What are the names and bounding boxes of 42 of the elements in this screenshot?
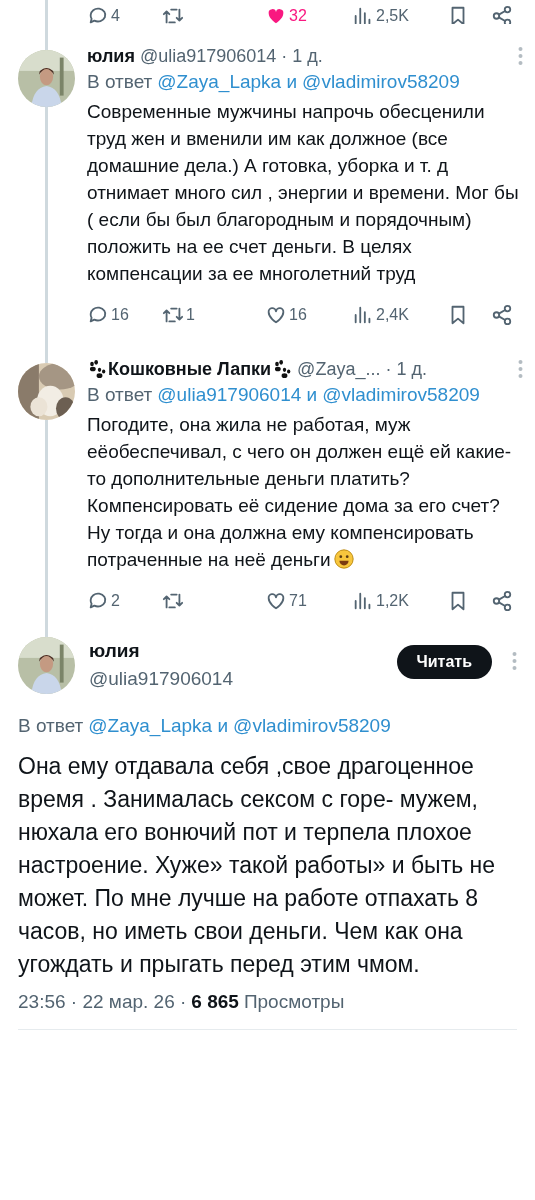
action-count: 1,2K	[376, 592, 409, 610]
views-label: Просмотры	[243, 990, 345, 1014]
mention-link[interactable]: @Zaya_Lapka и	[88, 712, 229, 740]
heart-icon[interactable]	[265, 304, 287, 326]
post-time: · 1 д.	[385, 358, 427, 381]
reply-to-label: В ответ	[18, 714, 84, 738]
share-icon[interactable]	[491, 304, 513, 326]
post-time: · 1 д.	[281, 45, 323, 68]
mention-link[interactable]: @vladimirov58209	[233, 712, 391, 740]
action-count: 16	[111, 306, 129, 324]
action-count: 2,5K	[376, 7, 409, 24]
share-icon[interactable]	[491, 590, 513, 612]
display-name: юлия	[87, 45, 135, 68]
post-timestamp: 23:56 · 22 мар. 26 ·	[18, 990, 187, 1014]
follow-button[interactable]: Читать	[396, 645, 492, 679]
reply-to-label: В ответ	[87, 70, 153, 94]
user-handle: @Zaya_...	[297, 358, 381, 381]
share-icon[interactable]	[491, 5, 513, 24]
speech-bubble-icon[interactable]	[87, 5, 109, 24]
post-text: Современные мужчины напрочь обесценили труд жен и вменили им как должное (все домашние дела.) А готовка, уборка и т. д отнимает много сил , энергии и времени. Мог бы ( если бы был благородным и порядочным) положить на ее счет деньги. В целях компенсации за ее многолетний труд	[87, 100, 520, 286]
mention-link[interactable]: @vladimirov58209	[302, 68, 460, 96]
post-text: Погодите, она жила не работая, муж еёобеспечивал, с чего он должен ещё ей какие-то дополнительные деньги платить? Компенсировать её сидение дома за его счет? Ну тогда и она должна ему компенсировать потраченные на неё деньги	[87, 413, 513, 572]
mention-link[interactable]: @vladimirov58209	[322, 381, 480, 409]
paw-icon	[272, 359, 293, 379]
action-count: 16	[289, 306, 307, 324]
action-count: 32	[289, 7, 307, 24]
post-text: Она ему отдавала себя ,свое драгоценное время . Занималась сексом с горе- мужем, нюхала его вонючий пот и терпела плохое настроение. Хуже» такой работы» и быть не может. По мне лучше на работе отпахать 8 часов, но иметь свои деньги. Чем как она угождать и прыгать перед этим чмом.	[18, 752, 497, 979]
smiley-icon	[332, 548, 355, 570]
action-count: 1	[186, 306, 195, 324]
user-handle: @ulia917906014	[139, 45, 277, 68]
view-count: 6 865	[191, 990, 239, 1014]
display-name: Кошковные Лапки	[108, 358, 272, 381]
action-count: 2	[111, 592, 120, 610]
mention-link[interactable]: @Zaya_Lapka и	[157, 68, 298, 96]
user-handle: @ulia917906014	[89, 667, 234, 691]
display-name: юлия	[89, 639, 141, 663]
mention-link[interactable]: @ulia917906014 и	[157, 381, 318, 409]
reply-to-label: В ответ	[87, 383, 153, 407]
action-count: 2,4K	[376, 306, 409, 324]
heart-icon[interactable]	[265, 590, 287, 612]
action-count: 71	[289, 592, 307, 610]
action-count: 4	[111, 7, 120, 24]
